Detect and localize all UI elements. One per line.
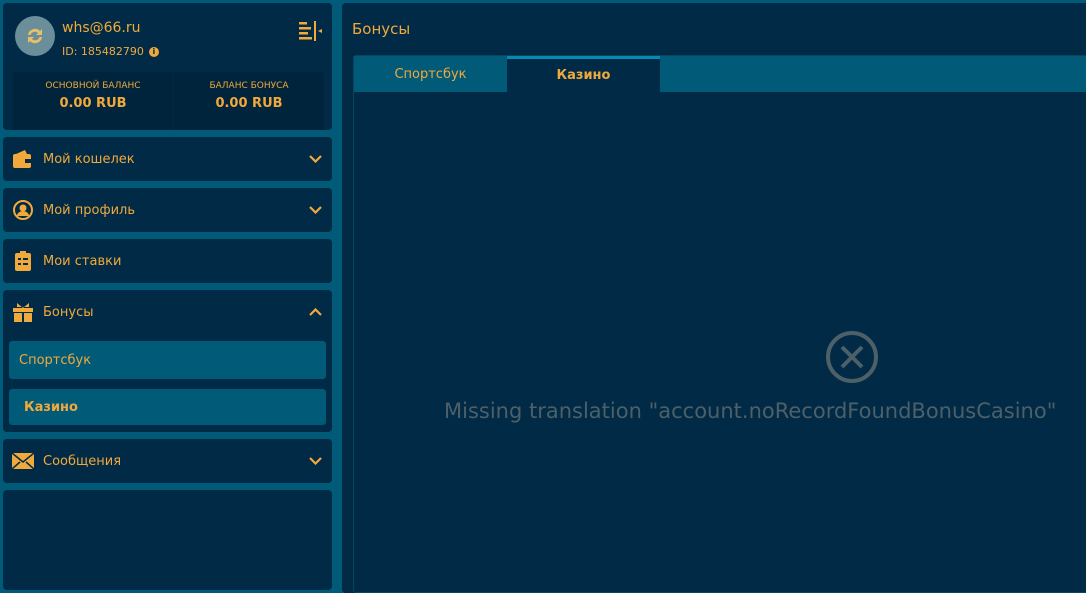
submenu-casino[interactable]: Казино [9,389,326,425]
account-header: whs@66.ru ID: 185482790 i ОСНОВНОЙ БАЛАНС… [3,3,332,130]
wallet-icon [12,148,34,170]
gift-icon [12,301,34,323]
avatar[interactable] [15,16,55,56]
chevron-up-icon [309,308,322,316]
chevron-down-icon [309,155,322,163]
tab-sportsbook[interactable]: Спортсбук [354,56,507,92]
menu-bets[interactable]: Мои ставки [3,239,332,283]
refresh-icon [28,28,42,44]
tab-casino[interactable]: Казино [507,56,660,92]
empty-state-message: Missing translation "account.noRecordFou… [444,399,1057,423]
bonuses-toggle[interactable]: Бонусы [3,290,332,334]
page-title: Бонусы [352,20,411,38]
clipboard-icon [12,250,34,272]
menu-profile[interactable]: Мой профиль [3,188,332,232]
info-icon[interactable]: i [148,46,159,57]
user-email: whs@66.ru [62,20,141,36]
sidebar-empty-panel [3,490,332,590]
user-id: ID: 185482790 i [62,45,159,58]
envelope-icon [12,450,34,472]
main-panel: Бонусы Спортсбук Казино Missing translat… [342,3,1086,593]
user-icon [12,199,34,221]
submenu-sportsbook[interactable]: Спортсбук [9,341,326,379]
chevron-down-icon [309,457,322,465]
menu-bonuses: Бонусы Спортсбук Казино [3,290,332,432]
chevron-down-icon [309,206,322,214]
menu-messages[interactable]: Сообщения [3,439,332,483]
menu-wallet[interactable]: Мой кошелек [3,137,332,181]
bonus-tabs: Спортсбук Казино Missing translation "ac… [353,55,1086,593]
bonus-balance: БАЛАНС БОНУСА 0.00 RUB [174,72,324,130]
close-circle-icon [826,331,878,383]
collapse-sidebar-icon[interactable] [299,21,323,41]
main-balance: ОСНОВНОЙ БАЛАНС 0.00 RUB [13,72,173,130]
